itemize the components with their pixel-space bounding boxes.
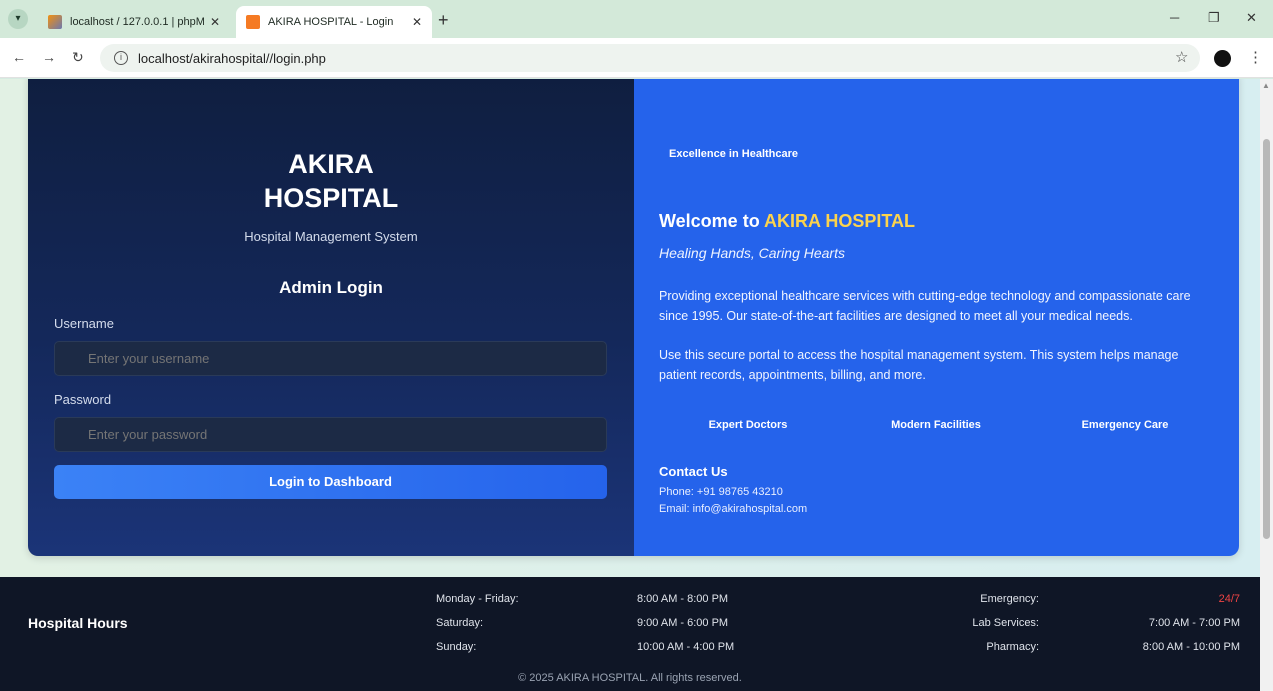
contact-email: Email: info@akirahospital.com [659, 503, 808, 515]
brand-line-1: AKIRA [288, 149, 374, 179]
restore-icon[interactable]: ❐ [1208, 10, 1220, 26]
password-label: Password [54, 392, 112, 407]
phpmyadmin-favicon-icon [48, 15, 62, 29]
login-panel: AKIRA HOSPITAL Hospital Management Syste… [28, 79, 634, 556]
address-bar[interactable]: i localhost/akirahospital//login.php [100, 44, 1200, 72]
scroll-up-icon[interactable]: ▲ [1262, 81, 1270, 90]
portal-paragraph: Use this secure portal to access the hos… [659, 348, 1179, 382]
contact-title: Contact Us [659, 464, 728, 479]
brand-subtitle: Hospital Management System [244, 229, 418, 244]
page-content: AKIRA HOSPITAL Hospital Management Syste… [0, 79, 1260, 691]
password-input[interactable] [54, 417, 607, 452]
bookmark-star-icon[interactable]: ☆ [1175, 48, 1188, 66]
hospital-hours-title: Hospital Hours [28, 615, 128, 631]
brand-line-2: HOSPITAL [263, 183, 399, 213]
close-window-icon[interactable]: ✕ [1246, 10, 1257, 26]
schedule-time: 9:00 AM - 6:00 PM [637, 617, 729, 629]
username-label: Username [54, 316, 114, 331]
service-time-emergency: 24/7 [1218, 593, 1240, 605]
service-name: Emergency: [980, 593, 1039, 605]
login-button[interactable]: Login to Dashboard [54, 465, 607, 499]
browser-tab-bar: ▾ localhost / 127.0.0.1 | phpMyAdmin ✕ A… [0, 0, 1273, 38]
tab-title: localhost / 127.0.0.1 | phpMyAdmin [70, 16, 204, 28]
new-tab-icon[interactable]: + [438, 10, 449, 31]
service-name: Pharmacy: [986, 641, 1039, 653]
schedule-time: 8:00 AM - 8:00 PM [637, 593, 729, 605]
forward-icon[interactable]: → [42, 49, 56, 65]
reload-icon[interactable]: ↻ [72, 49, 84, 66]
hospital-name: AKIRA HOSPITAL [764, 211, 916, 231]
schedule-day: Saturday: [436, 617, 484, 629]
welcome-heading: Welcome to AKIRA HOSPITAL [659, 211, 915, 232]
welcome-panel: Excellence in Healthcare Welcome to AKIR… [634, 79, 1239, 556]
site-info-icon[interactable]: i [114, 51, 128, 65]
welcome-prefix: Welcome to [659, 211, 765, 231]
copyright: © 2025 AKIRA HOSPITAL. All rights reserv… [518, 672, 742, 684]
scroll-thumb[interactable] [1263, 139, 1270, 539]
tab-search-icon[interactable]: ▾ [8, 9, 28, 29]
close-tab-icon[interactable]: ✕ [412, 15, 422, 29]
tagline: Excellence in Healthcare [669, 148, 799, 160]
minimize-icon[interactable]: ─ [1170, 10, 1179, 25]
schedule-day: Sunday: [436, 641, 477, 653]
xampp-favicon-icon [246, 15, 260, 29]
service-time: 8:00 AM - 10:00 PM [1142, 641, 1240, 653]
service-name: Lab Services: [972, 617, 1039, 629]
tab-phpmyadmin[interactable]: localhost / 127.0.0.1 | phpMyAdmin ✕ [38, 6, 230, 38]
feature-emergency-care: Emergency Care [1081, 419, 1169, 431]
profile-avatar[interactable] [1214, 50, 1231, 67]
schedule-day: Monday - Friday: [436, 593, 519, 605]
feature-modern-facilities: Modern Facilities [891, 419, 981, 431]
login-title: Admin Login [279, 278, 383, 297]
page-scrollbar[interactable]: ▲ [1260, 79, 1273, 691]
footer: Hospital Hours Monday - Friday: Saturday… [0, 577, 1260, 691]
login-card: AKIRA HOSPITAL Hospital Management Syste… [28, 79, 1239, 556]
feature-expert-doctors: Expert Doctors [708, 419, 788, 431]
menu-kebab-icon[interactable]: ⋮ [1248, 48, 1263, 66]
motto: Healing Hands, Caring Hearts [659, 245, 845, 261]
back-icon[interactable]: ← [12, 49, 26, 65]
close-tab-icon[interactable]: ✕ [210, 15, 220, 29]
username-input[interactable] [54, 341, 607, 376]
tab-title: AKIRA HOSPITAL - Login [268, 16, 394, 28]
schedule-time: 10:00 AM - 4:00 PM [637, 641, 735, 653]
tab-akira-login[interactable]: AKIRA HOSPITAL - Login ✕ [236, 6, 432, 38]
intro-paragraph: Providing exceptional healthcare service… [659, 289, 1191, 323]
browser-toolbar: ← → ↻ i localhost/akirahospital//login.p… [0, 38, 1273, 78]
contact-phone: Phone: +91 98765 43210 [659, 486, 783, 498]
service-time: 7:00 AM - 7:00 PM [1148, 617, 1240, 629]
url-text: localhost/akirahospital//login.php [138, 50, 326, 66]
